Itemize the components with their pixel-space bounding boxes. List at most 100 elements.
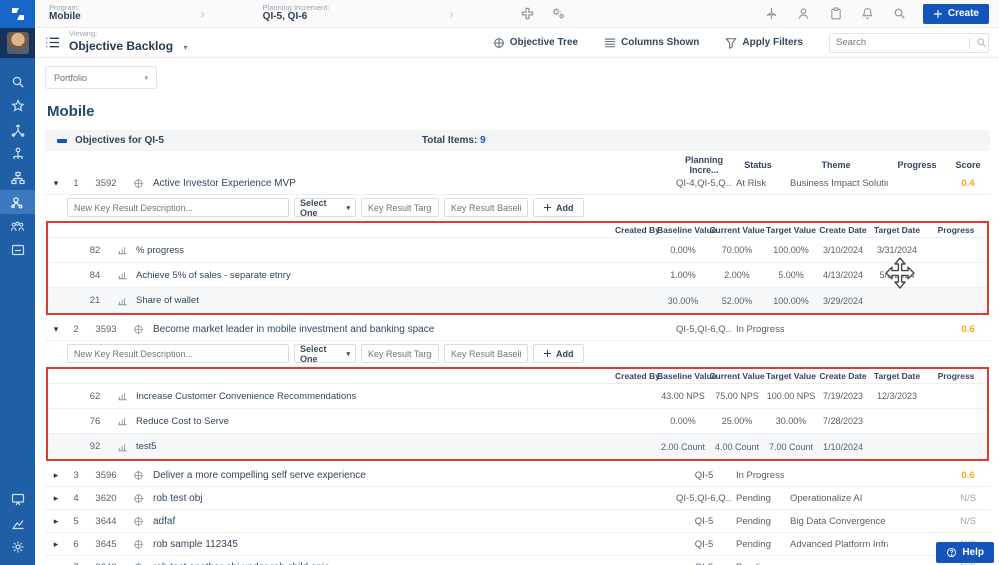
create-button[interactable]: Create xyxy=(922,3,989,24)
key-result-type-select[interactable]: Select One ▾ xyxy=(294,344,356,364)
score-cell: 0.6 xyxy=(961,323,975,335)
expand-chevron-icon[interactable]: ▸ xyxy=(45,539,67,550)
kr-header-target-date: Target Date xyxy=(873,371,921,381)
objective-row[interactable]: ▸ 4 3620 rob test obj QI-5,QI-6,Q... Pen… xyxy=(45,487,990,510)
key-results-header: Created By Baseline Value Current Value … xyxy=(48,369,987,384)
row-number: 3 xyxy=(73,469,79,481)
objective-row[interactable]: ▸ 6 3645 rob sample 112345 QI-5 Pending … xyxy=(45,533,990,556)
chart-icon xyxy=(112,270,132,280)
key-result-title[interactable]: test5 xyxy=(132,441,615,452)
key-result-baseline-input[interactable] xyxy=(444,198,528,217)
expand-chevron-icon[interactable]: ▸ xyxy=(45,470,67,481)
add-key-result-button[interactable]: Add xyxy=(533,198,584,217)
kr-header-progress: Progress xyxy=(937,225,975,235)
total-items: Total Items: 9 xyxy=(422,135,486,146)
objective-row[interactable]: ▸ 5 3644 adfaf QI-5 Pending Big Data Con… xyxy=(45,510,990,533)
add-node-icon[interactable] xyxy=(521,7,534,20)
user-icon[interactable] xyxy=(795,5,813,23)
view-list-icon[interactable] xyxy=(45,36,60,49)
caret-down-icon: ▾ xyxy=(183,43,188,53)
current-user-avatar[interactable] xyxy=(0,28,35,58)
key-result-target-input[interactable] xyxy=(361,198,439,217)
sidebar-program-board-icon[interactable] xyxy=(0,166,35,190)
key-result-row[interactable]: 21 Share of wallet 30.00% 52.00% 100.00%… xyxy=(48,288,987,313)
settings-gears-icon[interactable] xyxy=(550,6,566,21)
new-key-result-description-input[interactable] xyxy=(67,344,289,363)
expand-chevron-icon[interactable]: ▸ xyxy=(45,562,67,565)
key-result-row[interactable]: 82 % progress 0.00% 70.00% 100.00% 3/10/… xyxy=(48,238,987,263)
chart-icon xyxy=(112,391,132,401)
chevron-down-icon: ▾ xyxy=(346,204,350,212)
kr-header-baseline: Baseline Value xyxy=(657,371,717,381)
key-result-target-input[interactable] xyxy=(361,344,439,363)
add-key-result-button[interactable]: Add xyxy=(533,344,584,363)
sidebar-objectives-icon[interactable] xyxy=(0,190,35,214)
expand-chevron-icon[interactable]: ▸ xyxy=(45,516,67,527)
clipboard-icon[interactable] xyxy=(827,5,845,23)
key-result-title[interactable]: Reduce Cost to Serve xyxy=(132,416,615,427)
objective-row[interactable]: ▾ 2 3593 Become market leader in mobile … xyxy=(45,318,990,341)
expand-chevron-icon[interactable]: ▸ xyxy=(45,493,67,504)
program-selector[interactable]: Program: Mobile xyxy=(49,4,81,22)
objective-tree-button[interactable]: Objective Tree xyxy=(493,37,578,49)
search-icon[interactable] xyxy=(976,37,987,48)
sidebar-strategy-icon[interactable] xyxy=(0,118,35,142)
objective-title[interactable]: rob sample 112345 xyxy=(149,539,642,550)
objective-row[interactable]: ▾ 1 3592 Active Investor Experience MVP … xyxy=(45,172,990,195)
collapse-section-icon[interactable] xyxy=(57,138,67,143)
columns-shown-button[interactable]: Columns Shown xyxy=(604,37,699,48)
objective-id: 3645 xyxy=(95,538,117,550)
target-date-cell: 12/3/2023 xyxy=(876,391,918,401)
objective-row[interactable]: ▸ 3 3596 Deliver a more compelling self … xyxy=(45,464,990,487)
objective-title[interactable]: Active Investor Experience MVP xyxy=(149,178,642,189)
key-result-title[interactable]: Increase Customer Convenience Recommenda… xyxy=(132,391,615,402)
portfolio-dropdown[interactable]: Portfolio ▾ xyxy=(45,66,157,89)
key-result-title[interactable]: Achieve 5% of sales - separate etnry xyxy=(132,270,615,281)
key-result-row[interactable]: 76 Reduce Cost to Serve 0.00% 25.00% 30.… xyxy=(48,409,987,434)
objective-title[interactable]: rob test obj xyxy=(149,493,642,504)
sidebar-settings-gear-icon[interactable] xyxy=(0,535,35,559)
bell-icon[interactable] xyxy=(859,5,877,23)
viewing-selector[interactable]: Viewing: Objective Backlog ▾ xyxy=(69,30,188,56)
key-result-title[interactable]: % progress xyxy=(132,245,615,256)
sidebar-reports-icon[interactable] xyxy=(0,511,35,535)
search-icon[interactable] xyxy=(891,5,909,23)
row-number: 2 xyxy=(73,323,79,335)
kr-header-created-by: Created By xyxy=(615,225,660,235)
theme-cell: Operationalize AI xyxy=(790,492,863,504)
header-planning-increment: Planning Incre... xyxy=(685,155,723,175)
key-result-row[interactable]: 84 Achieve 5% of sales - separate etnry … xyxy=(48,263,987,288)
objective-title[interactable]: adfaf xyxy=(149,516,642,527)
new-key-result-description-input[interactable] xyxy=(67,198,289,217)
add-plus-icon xyxy=(543,349,552,358)
key-result-baseline-input[interactable] xyxy=(444,344,528,363)
sidebar-search-icon[interactable] xyxy=(0,70,35,94)
objective-row[interactable]: ▸ 7 3646 rob test another obj under rob … xyxy=(45,556,990,565)
key-result-title[interactable]: Share of wallet xyxy=(132,295,615,306)
apply-filters-button[interactable]: Apply Filters xyxy=(725,37,803,49)
objective-title[interactable]: Deliver a more compelling self serve exp… xyxy=(149,470,642,481)
expand-chevron-icon[interactable]: ▾ xyxy=(45,178,67,189)
jira-align-logo[interactable] xyxy=(0,0,35,28)
key-result-row[interactable]: 62 Increase Customer Convenience Recomme… xyxy=(48,384,987,409)
avatar xyxy=(6,32,29,54)
search-input[interactable] xyxy=(836,37,968,48)
sidebar-presentation-icon[interactable] xyxy=(0,487,35,511)
search-box: | xyxy=(829,32,989,53)
key-result-row[interactable]: 92 test5 2.00 Count 4.00 Count 7.00 Coun… xyxy=(48,434,987,459)
baseline-value-cell: 1.00% xyxy=(670,270,696,280)
sidebar-favorites-star-icon[interactable] xyxy=(0,94,35,118)
plane-icon[interactable] xyxy=(763,5,781,23)
sidebar-backlog-card-icon[interactable] xyxy=(0,238,35,262)
objective-id: 3593 xyxy=(95,323,117,335)
expand-chevron-icon[interactable]: ▾ xyxy=(45,324,67,335)
help-button-label: Help xyxy=(962,547,984,558)
sidebar-portfolio-tree-icon[interactable] xyxy=(0,142,35,166)
planning-increment-selector[interactable]: Planning Increment: QI-5, QI-6 xyxy=(263,4,330,22)
key-result-type-select[interactable]: Select One ▾ xyxy=(294,198,356,218)
objective-title[interactable]: Become market leader in mobile investmen… xyxy=(149,324,642,335)
sidebar-teams-icon[interactable] xyxy=(0,214,35,238)
objective-title[interactable]: rob test another obj under rob child epi… xyxy=(149,562,642,565)
help-button[interactable]: Help xyxy=(936,542,994,563)
score-cell: N/S xyxy=(960,492,976,504)
